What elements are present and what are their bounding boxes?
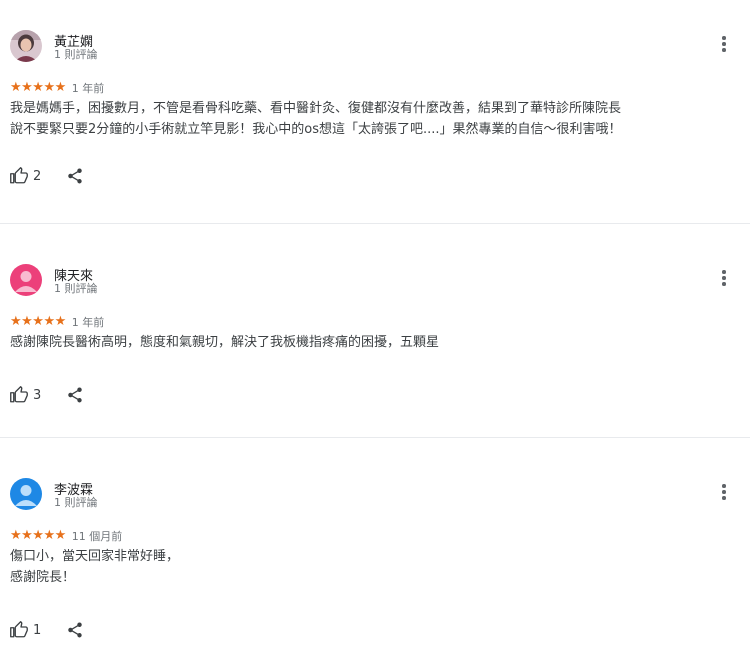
divider (0, 223, 750, 224)
review-time: 1 年前 (71, 316, 105, 329)
review-time: 1 年前 (71, 82, 105, 95)
star-rating: ★★★★★ (10, 528, 66, 543)
like-count: 2 (33, 168, 42, 184)
review-count[interactable]: 1 則評論 (54, 280, 98, 296)
like-count: 1 (33, 622, 42, 638)
review-text: 感謝陳院長醫術高明，態度和氣親切，解決了我板機指疼痛的困擾，五顆星 (10, 335, 440, 350)
rating-row: ★★★★★ 1 年前 (10, 80, 104, 96)
thumbs-up-icon (10, 621, 28, 638)
like-button[interactable]: 1 (10, 621, 41, 639)
review-count[interactable]: 1 則評論 (54, 46, 98, 62)
more-options-icon[interactable] (715, 483, 733, 501)
share-button[interactable] (66, 386, 84, 408)
share-icon (68, 168, 82, 184)
rating-row: ★★★★★ 1 年前 (10, 314, 104, 330)
more-options-icon[interactable] (715, 35, 733, 53)
avatar[interactable] (10, 30, 42, 62)
share-icon (68, 387, 82, 403)
thumbs-up-icon (10, 386, 28, 403)
like-button[interactable]: 2 (10, 167, 41, 185)
review-text: 傷口小，當天回家非常好睡， 感謝院長！ (10, 549, 180, 585)
share-icon (68, 622, 82, 638)
review-count[interactable]: 1 則評論 (54, 494, 98, 510)
share-button[interactable] (66, 621, 84, 643)
divider (0, 437, 750, 438)
more-options-icon[interactable] (715, 269, 733, 287)
star-rating: ★★★★★ (10, 314, 66, 329)
like-count: 3 (33, 387, 42, 403)
like-button[interactable]: 3 (10, 386, 41, 404)
avatar[interactable] (10, 478, 42, 510)
review-text: 我是媽媽手，困擾數月，不管是看骨科吃藥、看中醫針灸、復健都沒有什麼改善，結果到了… (10, 101, 622, 137)
thumbs-up-icon (10, 167, 28, 184)
rating-row: ★★★★★ 11 個月前 (10, 528, 122, 544)
share-button[interactable] (66, 167, 84, 189)
star-rating: ★★★★★ (10, 80, 66, 95)
review-time: 11 個月前 (71, 530, 123, 543)
avatar[interactable] (10, 264, 42, 296)
